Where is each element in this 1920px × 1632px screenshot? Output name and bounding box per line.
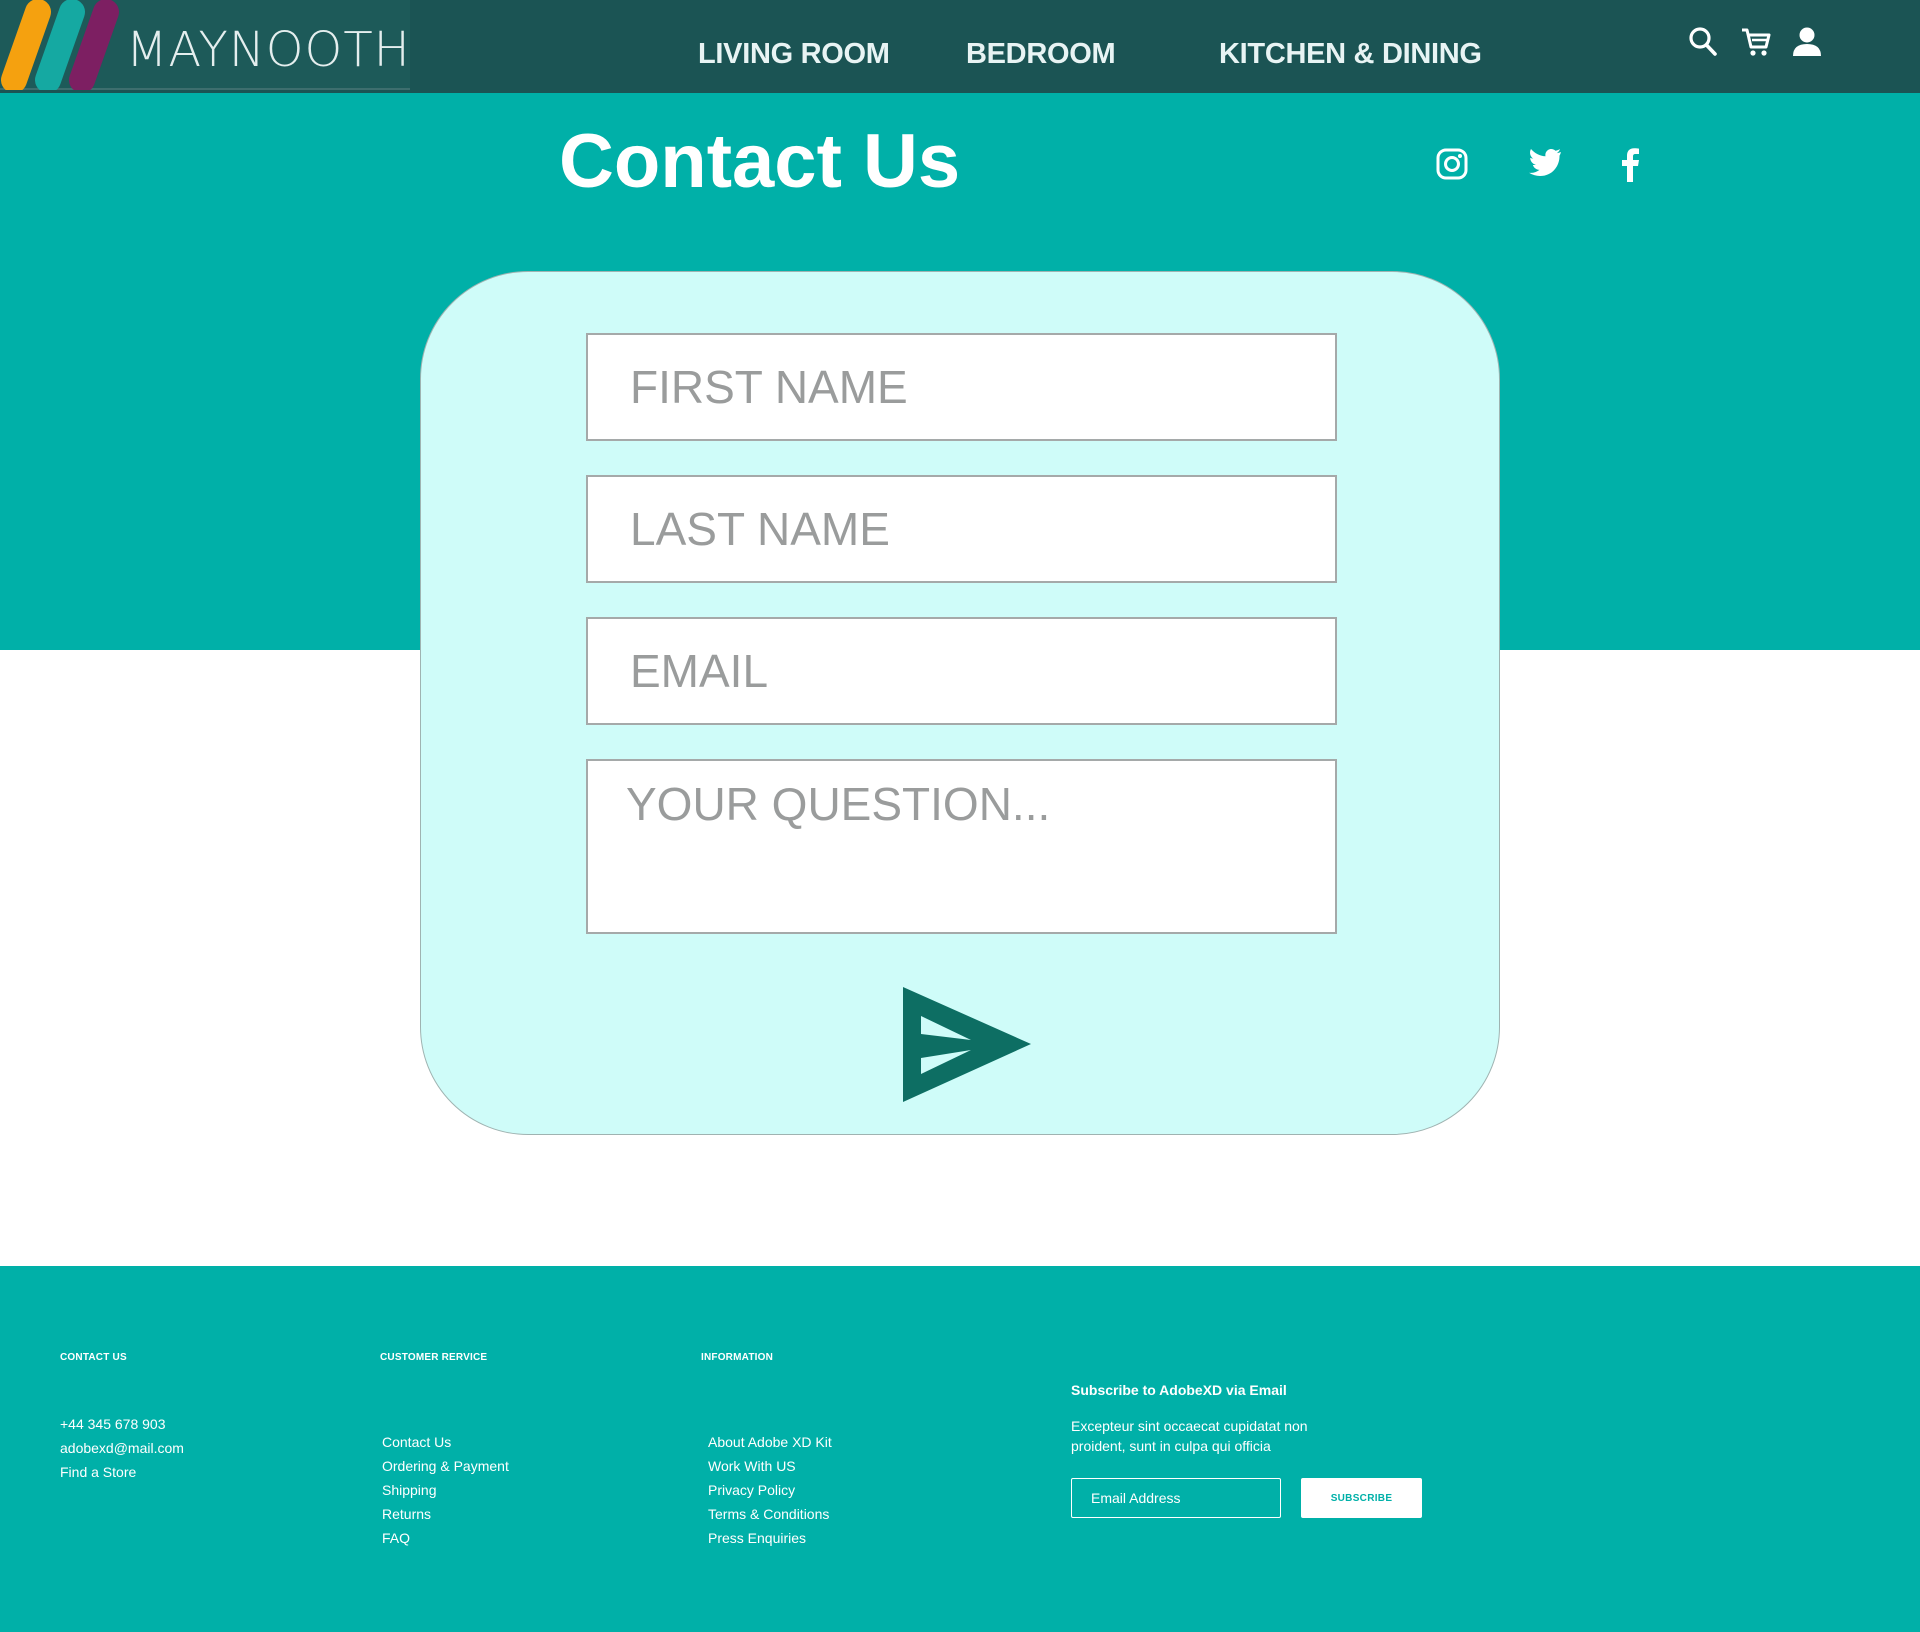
page-title: Contact Us	[559, 119, 961, 204]
nav-kitchen-dining[interactable]: KITCHEN & DINING	[1219, 38, 1482, 71]
footer-customer-service-heading: CUSTOMER RERVICE	[380, 1352, 488, 1363]
question-field[interactable]	[586, 759, 1337, 934]
footer-link-faq[interactable]: FAQ	[382, 1530, 410, 1546]
footer-link-work-with-us[interactable]: Work With US	[708, 1458, 796, 1474]
subscribe-description: Excepteur sint occaecat cupidatat non pr…	[1071, 1418, 1308, 1454]
subscribe-email-input[interactable]	[1071, 1478, 1281, 1518]
facebook-icon[interactable]	[1620, 148, 1640, 187]
site-footer: CONTACT US CUSTOMER RERVICE INFORMATION	[0, 1266, 1920, 1632]
footer-link-privacy-policy[interactable]: Privacy Policy	[708, 1482, 795, 1498]
brand-logo[interactable]: MAYNOOTH	[0, 0, 410, 90]
email-field[interactable]	[586, 617, 1337, 725]
footer-link-press[interactable]: Press Enquiries	[708, 1530, 806, 1546]
send-icon	[903, 987, 1031, 1102]
footer-find-store-link[interactable]: Find a Store	[60, 1464, 136, 1480]
footer-phone: +44 345 678 903	[60, 1416, 166, 1432]
footer-link-shipping[interactable]: Shipping	[382, 1482, 437, 1498]
twitter-icon[interactable]	[1528, 148, 1562, 183]
brand-name: MAYNOOTH	[126, 22, 411, 78]
instagram-icon[interactable]	[1436, 148, 1468, 185]
search-icon[interactable]	[1688, 26, 1718, 63]
footer-information-heading: INFORMATION	[701, 1352, 774, 1363]
subscribe-title: Subscribe to AdobeXD via Email	[1071, 1382, 1287, 1398]
logo-mark-icon	[1, 0, 119, 90]
footer-contact-heading: CONTACT US	[60, 1352, 127, 1363]
last-name-field[interactable]	[586, 475, 1337, 583]
nav-living-room[interactable]: LIVING ROOM	[698, 38, 890, 71]
first-name-field[interactable]	[586, 333, 1337, 441]
footer-link-terms[interactable]: Terms & Conditions	[708, 1506, 829, 1522]
subscribe-button[interactable]: SUBSCRIBE	[1301, 1478, 1422, 1518]
footer-link-ordering-payment[interactable]: Ordering & Payment	[382, 1458, 509, 1474]
cart-icon[interactable]	[1740, 26, 1772, 63]
footer-link-returns[interactable]: Returns	[382, 1506, 431, 1522]
footer-link-contact-us[interactable]: Contact Us	[382, 1434, 451, 1450]
nav-bedroom[interactable]: BEDROOM	[966, 38, 1116, 71]
submit-button[interactable]	[881, 962, 1041, 1112]
footer-link-about[interactable]: About Adobe XD Kit	[708, 1434, 832, 1450]
top-header: MAYNOOTH LIVING ROOM BEDROOM KITCHEN & D…	[0, 0, 1920, 93]
user-icon[interactable]	[1792, 26, 1822, 63]
contact-form	[420, 271, 1500, 1135]
footer-email-link[interactable]: adobexd@mail.com	[60, 1440, 184, 1456]
